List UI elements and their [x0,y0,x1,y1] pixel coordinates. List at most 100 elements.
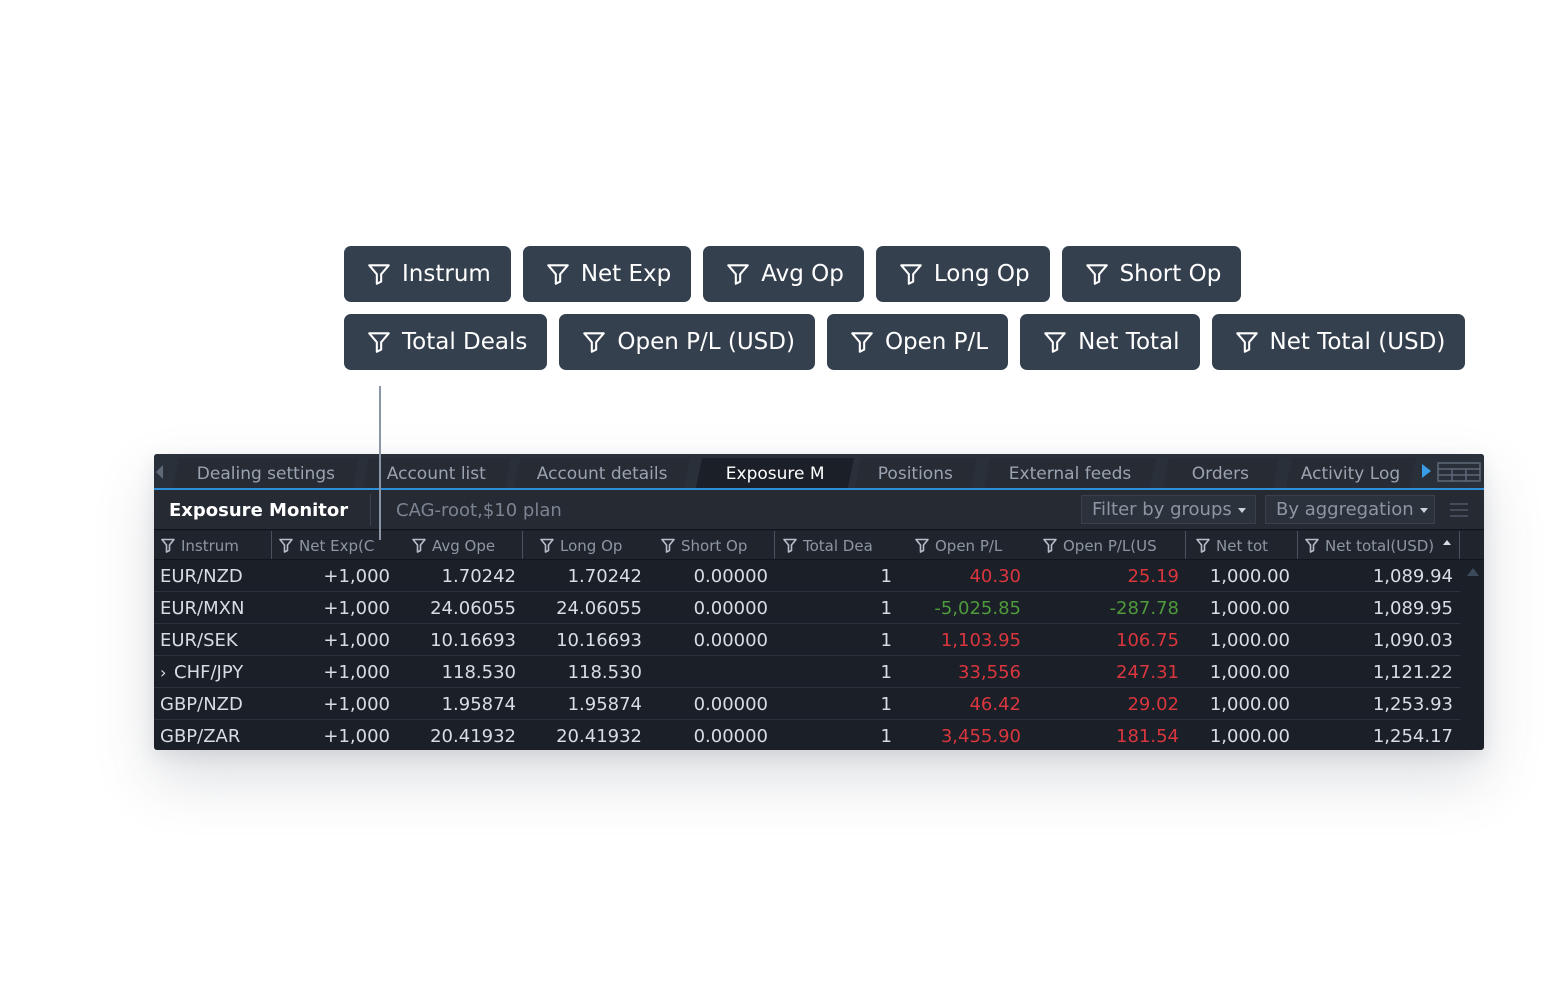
filter-icon[interactable] [412,537,432,555]
table-row[interactable]: GBP/ZAR +1,000 20.41932 20.41932 0.00000 1 3,4… [154,720,1460,750]
cell-avg-open: 1.95874 [442,694,516,715]
tab-label: Positions [878,464,954,484]
table-row[interactable]: EUR/NZD +1,000 1.70242 1.70242 0.00000 1 40.30… [154,560,1460,592]
table-row[interactable]: EUR/MXN +1,000 24.06055 24.06055 0.00000 1 -5,… [154,592,1460,624]
column-separator[interactable] [271,531,272,559]
filter-icon [725,261,751,287]
cell-net-total: 1,000.00 [1210,630,1290,651]
filter-chip[interactable]: Short Op [1061,246,1242,302]
filter-icon[interactable] [540,537,560,555]
cell-total-deals: 1 [881,566,892,587]
filter-chip-label: Net Exp [580,261,672,287]
tab-label: Account list [387,464,487,484]
filter-chip[interactable]: Avg Op [703,246,864,302]
cell-value: 1,121.22 [1372,662,1453,683]
tab-external-feeds[interactable]: External feeds [983,458,1157,488]
filter-chip[interactable]: Net Total (USD) [1211,314,1466,370]
table-row[interactable]: EUR/SEK +1,000 10.16693 10.16693 0.00000 1 1,1… [154,624,1460,656]
cell-net-total-usd: 1,089.95 [1373,598,1453,619]
tab-activity-log[interactable]: Activity Log [1285,458,1417,488]
tab-account-list[interactable]: Account list [362,458,512,488]
sort-ascending-icon[interactable] [1443,540,1451,545]
account-path[interactable]: CAG-root,$10 plan [396,500,562,521]
cell-value: 46.42 [969,694,1021,715]
cell-long-open: 24.06055 [556,598,642,619]
filter-chip[interactable]: Instrum [344,246,511,302]
cell-value: 106.75 [1116,630,1179,651]
filter-chip[interactable]: Open P/L [826,314,1009,370]
column-header[interactable]: Net total(USD) [1305,537,1434,555]
scroll-up-icon[interactable] [1467,568,1479,576]
cell-open-pl-usd: 25.19 [1127,566,1179,587]
column-separator[interactable] [1459,531,1460,559]
column-header[interactable]: Total Dea [783,537,873,555]
column-separator[interactable] [1185,531,1186,559]
cell-value: +1,000 [323,566,390,587]
column-separator[interactable] [774,531,775,559]
chevron-right-icon[interactable]: › [160,663,174,682]
cell-short-open: 0.00000 [694,694,768,715]
layout-grid-icon[interactable] [1436,460,1482,484]
column-header-label: Total Dea [803,537,873,555]
table-row[interactable]: › CHF/JPY +1,000 118.530 118.530 1 33,556 247.3… [154,656,1460,688]
cell-avg-open: 118.530 [442,662,516,683]
cell-avg-open: 24.06055 [430,598,516,619]
tab-dealing-settings[interactable]: Dealing settings [172,458,360,488]
filter-icon[interactable] [279,537,299,555]
cell-value: 1,000.00 [1209,630,1290,651]
column-header[interactable]: Open P/L [915,537,1002,555]
tab-label: Activity Log [1301,464,1401,484]
filter-chip[interactable]: Open P/L (USD) [559,314,815,370]
cell-net-exp: +1,000 [323,694,390,715]
cell-value: +1,000 [323,726,390,747]
cell-open-pl-usd: 247.31 [1116,662,1179,683]
tabs-scroll-right-icon[interactable] [1422,464,1431,478]
cell-value: 20.41932 [430,726,516,747]
cell-value: 1,000.00 [1209,694,1290,715]
filter-icon [1234,329,1260,355]
column-header[interactable]: Long Op [540,537,622,555]
filter-chip-label: Total Deals [402,329,528,355]
filter-by-groups-dropdown[interactable]: Filter by groups [1081,495,1256,524]
column-header[interactable]: Instrum [161,537,239,555]
column-header[interactable]: Net tot [1196,537,1268,555]
tab-account-details[interactable]: Account details [513,458,691,488]
filter-chip-label: Open P/L (USD) [617,329,795,355]
tab-orders[interactable]: Orders [1162,458,1280,488]
column-separator[interactable] [522,531,523,559]
filter-icon [1042,329,1068,355]
column-header[interactable]: Open P/L(US [1043,537,1157,555]
filter-icon[interactable] [1305,537,1325,555]
filter-chip[interactable]: Net Total [1020,314,1200,370]
filter-icon[interactable] [915,537,935,555]
filter-icon[interactable] [161,537,181,555]
tab-label: Dealing settings [196,464,335,484]
tab-exposure-m[interactable]: Exposure M [695,458,855,488]
filter-chip[interactable]: Net Exp [522,246,692,302]
tab-positions[interactable]: Positions [854,458,978,488]
column-header[interactable]: Net Exp(C [279,537,374,555]
menu-icon[interactable] [1450,503,1468,517]
table-row[interactable]: GBP/NZD +1,000 1.95874 1.95874 0.00000 1 46.42… [154,688,1460,720]
filter-chips-row-2: Total Deals Open P/L (USD) Open P/L Net Tot… [344,314,1466,370]
aggregation-dropdown[interactable]: By aggregation [1265,495,1435,524]
cell-long-open: 118.530 [568,662,642,683]
tab-label: Orders [1192,464,1250,484]
cell-value: 1,254.17 [1372,726,1453,747]
filter-icon[interactable] [783,537,803,555]
cell-instrument: › CHF/JPY [160,662,243,683]
cell-open-pl-usd: 29.02 [1127,694,1179,715]
column-separator[interactable] [1297,531,1298,559]
filter-chip[interactable]: Total Deals [344,314,548,370]
column-header-label: Short Op [681,537,748,555]
filter-chip[interactable]: Long Op [875,246,1050,302]
filter-icon[interactable] [1043,537,1063,555]
column-header[interactable]: Avg Ope [412,537,495,555]
filter-icon[interactable] [661,537,681,555]
filter-icon[interactable] [1196,537,1216,555]
cell-value: GBP/NZD [160,694,243,715]
column-header-label: Net Exp(C [299,537,375,555]
tabs-scroll-left-icon[interactable] [156,465,163,479]
column-header-label: Open P/L [935,537,1003,555]
column-header[interactable]: Short Op [661,537,747,555]
